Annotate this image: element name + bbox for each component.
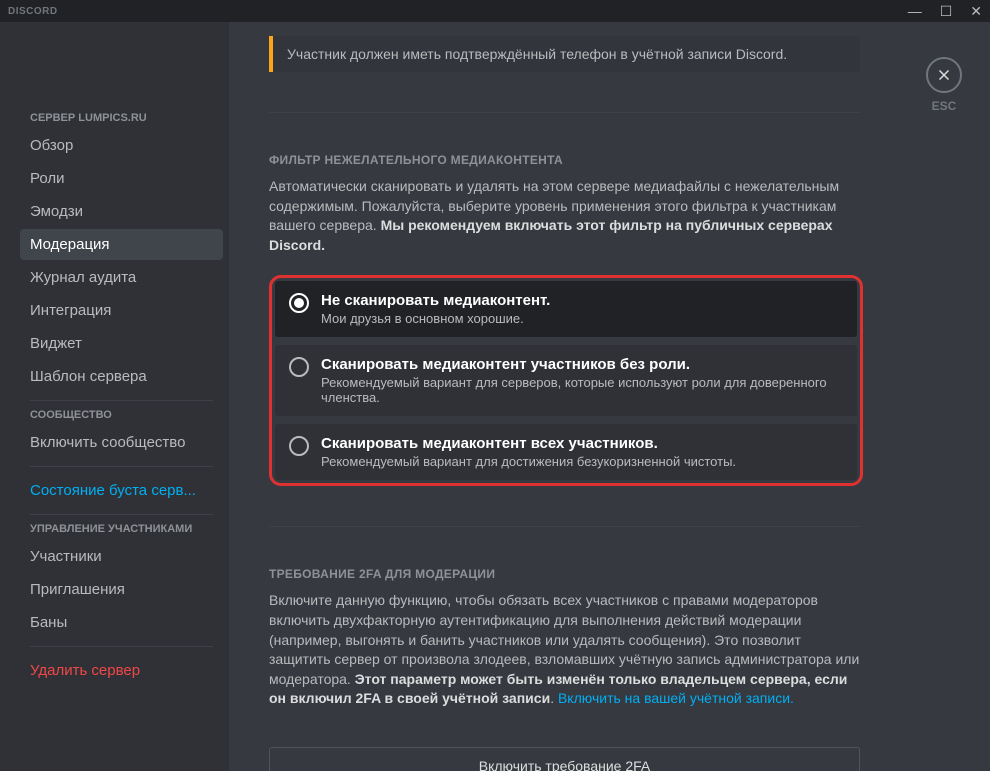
mfa-section-title: ТРЕБОВАНИЕ 2FA ДЛЯ МОДЕРАЦИИ (269, 567, 950, 581)
filter-section-title: ФИЛЬТР НЕЖЕЛАТЕЛЬНОГО МЕДИАКОНТЕНТА (269, 153, 950, 167)
option-title: Сканировать медиаконтент участников без … (321, 356, 843, 373)
divider (30, 400, 213, 401)
sidebar: СЕРВЕР LUMPICS.RU Обзор Роли Эмодзи Моде… (0, 22, 229, 771)
verification-banner: Участник должен иметь подтверждённый тел… (269, 36, 860, 72)
divider (30, 514, 213, 515)
titlebar: DISCORD — ☐ ✕ (0, 0, 990, 22)
sidebar-item-audit-log[interactable]: Журнал аудита (20, 262, 223, 293)
sidebar-item-enable-community[interactable]: Включить сообщество (20, 427, 223, 458)
sidebar-item-integrations[interactable]: Интеграция (20, 295, 223, 326)
sidebar-header-management: УПРАВЛЕНИЕ УЧАСТНИКАМИ (20, 523, 223, 535)
sidebar-item-invites[interactable]: Приглашения (20, 574, 223, 605)
sidebar-item-boost-status[interactable]: Состояние буста серв... (20, 475, 223, 506)
option-title: Сканировать медиаконтент всех участников… (321, 435, 843, 452)
option-subtitle: Рекомендуемый вариант для достижения без… (321, 454, 843, 469)
divider (269, 112, 860, 113)
sidebar-header-server: СЕРВЕР LUMPICS.RU (20, 112, 223, 124)
mfa-section-description: Включите данную функцию, чтобы обязать в… (269, 591, 860, 709)
radio-icon (289, 293, 309, 313)
radio-icon (289, 436, 309, 456)
app-name: DISCORD (8, 6, 58, 17)
sidebar-item-emoji[interactable]: Эмодзи (20, 196, 223, 227)
minimize-icon[interactable]: — (908, 3, 922, 20)
filter-section-description: Автоматически сканировать и удалять на э… (269, 177, 860, 255)
maximize-icon[interactable]: ☐ (940, 3, 953, 20)
sidebar-header-community: СООБЩЕСТВО (20, 409, 223, 421)
sidebar-item-widget[interactable]: Виджет (20, 328, 223, 359)
content-area: ESC Участник должен иметь подтверждённый… (229, 22, 990, 771)
close-label: ESC (926, 99, 962, 113)
sidebar-item-bans[interactable]: Баны (20, 607, 223, 638)
sidebar-item-moderation[interactable]: Модерация (20, 229, 223, 260)
divider (269, 526, 860, 527)
close-window-icon[interactable]: ✕ (970, 3, 982, 20)
option-subtitle: Мои друзья в основном хорошие. (321, 311, 843, 326)
radio-icon (289, 357, 309, 377)
sidebar-item-members[interactable]: Участники (20, 541, 223, 572)
banner-text: Участник должен иметь подтверждённый тел… (287, 46, 787, 62)
filter-option-none[interactable]: Не сканировать медиаконтент. Мои друзья … (275, 281, 857, 337)
divider (30, 646, 213, 647)
enable-2fa-button[interactable]: Включить требование 2FA (269, 747, 860, 771)
close-icon (935, 66, 953, 84)
filter-options-highlight: Не сканировать медиаконтент. Мои друзья … (269, 275, 863, 486)
sidebar-item-template[interactable]: Шаблон сервера (20, 361, 223, 392)
sidebar-item-roles[interactable]: Роли (20, 163, 223, 194)
sidebar-item-delete-server[interactable]: Удалить сервер (20, 655, 223, 686)
option-title: Не сканировать медиаконтент. (321, 292, 843, 309)
divider (30, 466, 213, 467)
option-subtitle: Рекомендуемый вариант для серверов, кото… (321, 375, 843, 405)
filter-option-all[interactable]: Сканировать медиаконтент всех участников… (275, 424, 857, 480)
filter-option-no-role[interactable]: Сканировать медиаконтент участников без … (275, 345, 857, 416)
close-button[interactable] (926, 57, 962, 93)
mfa-enable-link[interactable]: Включить на вашей учётной записи. (558, 690, 794, 706)
sidebar-item-overview[interactable]: Обзор (20, 130, 223, 161)
